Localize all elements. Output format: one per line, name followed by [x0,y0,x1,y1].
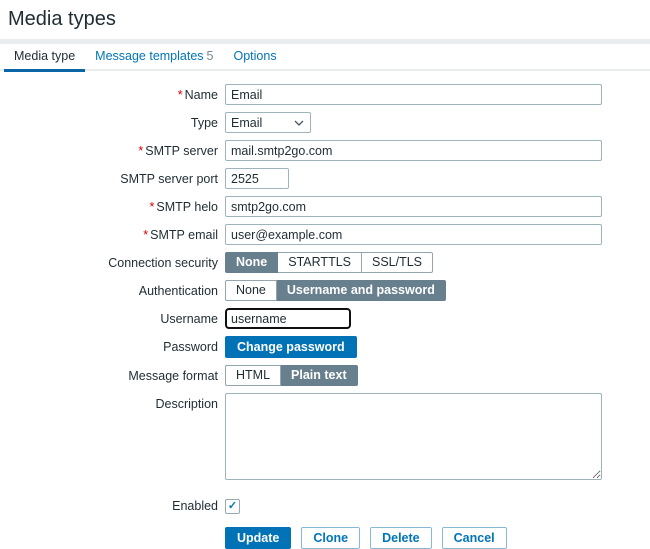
change-password-button[interactable]: Change password [225,336,357,358]
smtp-helo-input[interactable] [225,196,602,217]
password-label: Password [0,336,218,354]
tab-media-type-label: Media type [14,49,75,63]
form-footer: Update Clone Delete Cancel [225,527,650,549]
smtp-port-input[interactable] [225,168,289,189]
message-format-segmented-control: HTML Plain text [225,365,358,386]
required-marker: * [143,228,148,242]
clone-button[interactable]: Clone [301,527,360,549]
connection-security-segmented-control: None STARTTLS SSL/TLS [225,252,433,273]
form-row-smtp-port: SMTP server port [0,168,650,189]
tab-options-label: Options [234,49,277,63]
connection-security-option-ssltls[interactable]: SSL/TLS [362,252,433,273]
name-input[interactable] [225,84,602,105]
smtp-helo-label: SMTP helo [156,200,218,214]
authentication-option-none[interactable]: None [225,280,277,301]
name-label: Name [185,88,218,102]
smtp-server-label: SMTP server [145,144,218,158]
page-title: Media types [0,0,650,39]
connection-security-option-none[interactable]: None [225,252,278,273]
smtp-email-label: SMTP email [150,228,218,242]
connection-security-label: Connection security [0,252,218,270]
smtp-port-label: SMTP server port [0,168,218,186]
tab-bar: Media type Message templates 5 Options [0,44,650,71]
required-marker: * [178,88,183,102]
message-format-label: Message format [0,365,218,383]
smtp-server-input[interactable] [225,140,602,161]
form-row-connection-security: Connection security None STARTTLS SSL/TL… [0,252,650,273]
message-format-option-plain-text[interactable]: Plain text [281,365,358,386]
username-label: Username [0,308,218,326]
form-row-description: Description [0,393,650,483]
description-textarea[interactable] [225,393,602,480]
type-label: Type [0,112,218,130]
form-row-smtp-helo: *SMTP helo [0,196,650,217]
delete-button[interactable]: Delete [370,527,432,549]
message-templates-count-badge: 5 [207,49,214,63]
form-row-password: Password Change password [0,336,650,358]
required-marker: * [150,200,155,214]
tab-message-templates[interactable]: Message templates 5 [85,43,223,70]
tab-message-templates-label: Message templates [95,49,203,63]
tab-options[interactable]: Options [224,43,287,70]
authentication-label: Authentication [0,280,218,298]
form-row-smtp-email: *SMTP email [0,224,650,245]
message-format-option-html[interactable]: HTML [225,365,281,386]
form-row-smtp-server: *SMTP server [0,140,650,161]
authentication-segmented-control: None Username and password [225,280,446,301]
check-icon: ✓ [226,500,239,513]
form-row-name: *Name [0,84,650,105]
form-row-message-format: Message format HTML Plain text [0,365,650,386]
smtp-email-input[interactable] [225,224,602,245]
enabled-checkbox[interactable]: ✓ [225,499,240,514]
form-row-username: Username [0,308,650,329]
connection-security-option-starttls[interactable]: STARTTLS [278,252,362,273]
form-row-authentication: Authentication None Username and passwor… [0,280,650,301]
authentication-option-username-password[interactable]: Username and password [277,280,446,301]
enabled-label: Enabled [0,497,218,513]
media-type-form: *Name Type Email *SMTP server SMTP serve… [0,71,650,549]
form-row-enabled: Enabled ✓ [0,497,650,514]
username-input[interactable] [225,308,351,329]
update-button[interactable]: Update [225,527,291,549]
cancel-button[interactable]: Cancel [442,527,507,549]
description-label: Description [0,393,218,411]
type-select[interactable]: Email [225,112,311,133]
required-marker: * [138,144,143,158]
form-row-type: Type Email [0,112,650,133]
tab-media-type[interactable]: Media type [4,43,85,70]
